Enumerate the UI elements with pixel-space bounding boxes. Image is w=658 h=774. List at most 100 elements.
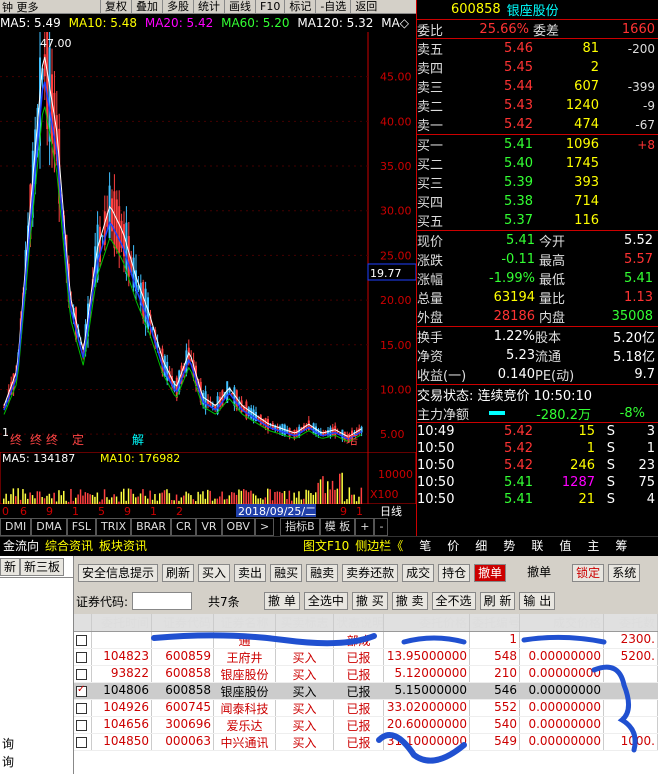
positions-button[interactable]: 持仓 xyxy=(438,564,471,582)
tab-price[interactable]: 价 xyxy=(444,537,462,554)
col-header-order-no[interactable]: 委托编号 xyxy=(470,614,520,631)
bid-level[interactable]: 买四 5.38 714 xyxy=(417,192,658,211)
tab-tick[interactable]: 笔 xyxy=(416,537,434,554)
toolbar-f10-button[interactable]: F10 xyxy=(255,0,284,14)
tab-new[interactable]: 新 xyxy=(0,557,21,576)
bid-level[interactable]: 买五 5.37 116 xyxy=(417,211,658,230)
toolbar-drawline-button[interactable]: 画线 xyxy=(224,0,255,14)
col-header-qty[interactable]: 委托数 xyxy=(604,614,658,631)
sidebar-item-query-2[interactable]: 询 xyxy=(2,753,14,770)
lock-button[interactable]: 锁定 xyxy=(572,564,605,582)
margin-buy-button[interactable]: 融买 xyxy=(270,564,303,582)
volume-bar xyxy=(305,489,307,504)
col-header-time[interactable]: 委托时间 xyxy=(92,614,152,631)
tab-fund-flow[interactable]: 金流向 xyxy=(0,537,42,554)
ask-level[interactable]: 卖四 5.45 2 xyxy=(417,58,658,77)
tab-trend[interactable]: 势 xyxy=(500,537,518,554)
tab-template[interactable]: 模 板 xyxy=(319,518,356,536)
tab-brar[interactable]: BRAR xyxy=(131,518,172,536)
tab-vr[interactable]: VR xyxy=(196,518,222,536)
cancel-sells-button[interactable]: 撤 卖 xyxy=(391,592,428,610)
toolbar-stats-button[interactable]: 统计 xyxy=(193,0,224,14)
tab-minus[interactable]: - xyxy=(374,518,389,536)
event-marker[interactable]: 终 xyxy=(10,432,22,447)
tab-obv[interactable]: OBV xyxy=(221,518,255,536)
cancel-order-button[interactable]: 撤 单 xyxy=(264,592,300,610)
system-button[interactable]: 系统 xyxy=(608,564,641,582)
volume-bar xyxy=(142,489,144,504)
buy-button[interactable]: 买入 xyxy=(198,564,231,582)
toolbar-fuquan-button[interactable]: 复权 xyxy=(100,0,131,14)
ask-level[interactable]: 卖五 5.46 81 -200 xyxy=(417,39,658,58)
level-price: 5.46 xyxy=(504,41,533,56)
cancel-buys-button[interactable]: 撤 买 xyxy=(351,592,388,610)
ask-level[interactable]: 卖三 5.44 607 -399 xyxy=(417,77,658,96)
ma-legend: MA5: 5.49 MA10: 5.48 MA20: 5.42 MA60: 5.… xyxy=(0,16,416,32)
bid-level[interactable]: 买一 5.41 1096 +8 xyxy=(417,135,658,154)
tab-f10[interactable]: 图文F10 xyxy=(300,537,352,554)
tab-value[interactable]: 值 xyxy=(556,537,574,554)
select-all-button[interactable]: 全选中 xyxy=(303,592,348,610)
tab-trix[interactable]: TRIX xyxy=(95,518,132,536)
volume-bar xyxy=(283,490,286,504)
tab-news[interactable]: 综合资讯 xyxy=(42,537,96,554)
toolbar-left-label[interactable]: 钟 更多 xyxy=(0,0,100,15)
cancel-tab-button[interactable]: 撤单 xyxy=(474,564,507,582)
level-change: -399 xyxy=(627,79,655,94)
event-marker[interactable]: 定 xyxy=(72,432,84,447)
bid-level[interactable]: 买二 5.40 1745 xyxy=(417,154,658,173)
tab-neeq[interactable]: 新三板 xyxy=(20,557,65,576)
toolbar-mark-button[interactable]: 标记 xyxy=(284,0,315,14)
security-info-button[interactable]: 安全信息提示 xyxy=(78,564,159,582)
margin-sell-button[interactable]: 融卖 xyxy=(306,564,339,582)
sell-repay-button[interactable]: 卖券还款 xyxy=(342,564,399,582)
event-marker[interactable]: 解 xyxy=(132,433,144,447)
tab-dma[interactable]: DMA xyxy=(31,518,67,536)
export-button[interactable]: 输 出 xyxy=(519,592,556,610)
tab-sector-news[interactable]: 板块资讯 xyxy=(96,537,150,554)
refresh-button[interactable]: 刷新 xyxy=(162,564,195,582)
col-header-name[interactable]: 证券名称 xyxy=(214,614,276,631)
toolbar-back-button[interactable]: 返回 xyxy=(350,0,381,14)
event-marker[interactable]: 培 xyxy=(346,432,358,447)
ask-level[interactable]: 卖二 5.43 1240 -9 xyxy=(417,96,658,115)
ask-level[interactable]: 卖一 5.42 474 -67 xyxy=(417,115,658,134)
refresh-list-button[interactable]: 刷 新 xyxy=(479,592,516,610)
event-marker[interactable]: 终 xyxy=(46,432,58,447)
x-tick-label: 5 xyxy=(98,505,105,518)
bid-level[interactable]: 买三 5.39 393 xyxy=(417,173,658,192)
tab-chips[interactable]: 筹 xyxy=(612,537,630,554)
volume-bar xyxy=(298,491,300,504)
tab-main[interactable]: 主 xyxy=(584,537,602,554)
tab-detail[interactable]: 细 xyxy=(472,537,490,554)
tab-related[interactable]: 联 xyxy=(528,537,546,554)
tab-plus[interactable]: + xyxy=(355,518,375,536)
col-header-deal-price[interactable]: 成交价格 xyxy=(520,614,604,631)
sell-button[interactable]: 卖出 xyxy=(234,564,267,582)
volume-bar xyxy=(327,481,329,504)
ma-settings-icon[interactable]: MA◇ xyxy=(381,16,409,30)
tab-fsl[interactable]: FSL xyxy=(66,518,96,536)
tab-more[interactable]: > xyxy=(254,518,275,536)
tab-cr[interactable]: CR xyxy=(171,518,197,536)
tab-dmi[interactable]: DMI xyxy=(0,518,32,536)
col-header-price[interactable]: 委托价格 xyxy=(384,614,470,631)
stat-value: 5.41 xyxy=(624,271,653,286)
deselect-all-button[interactable]: 全不选 xyxy=(431,592,476,610)
volume-chart[interactable]: MA5: 134187 MA10: 176982 10000 X100 xyxy=(0,452,416,504)
volume-bar xyxy=(137,496,139,504)
event-marker[interactable]: 终 xyxy=(30,432,42,447)
toolbar-overlay-button[interactable]: 叠加 xyxy=(131,0,162,14)
tab-sidebar[interactable]: 侧边栏《 xyxy=(352,537,406,554)
code-input[interactable] xyxy=(132,592,193,610)
tab-indicator-b[interactable]: 指标B xyxy=(280,518,320,536)
toolbar-watchlist-button[interactable]: -自选 xyxy=(315,0,350,14)
tick-time: 10:50 xyxy=(417,458,455,473)
filled-button[interactable]: 成交 xyxy=(402,564,435,582)
col-header-status[interactable]: 状态说明 xyxy=(334,614,384,631)
col-header-code[interactable]: 证券代码 xyxy=(152,614,214,631)
sidebar-item-query-1[interactable]: 询 xyxy=(2,735,14,752)
price-chart[interactable]: 45.0040.0035.0030.0025.0020.0015.0010.00… xyxy=(0,32,416,452)
toolbar-multistock-button[interactable]: 多股 xyxy=(162,0,193,14)
col-header-side[interactable]: 买卖标志 xyxy=(276,614,334,631)
